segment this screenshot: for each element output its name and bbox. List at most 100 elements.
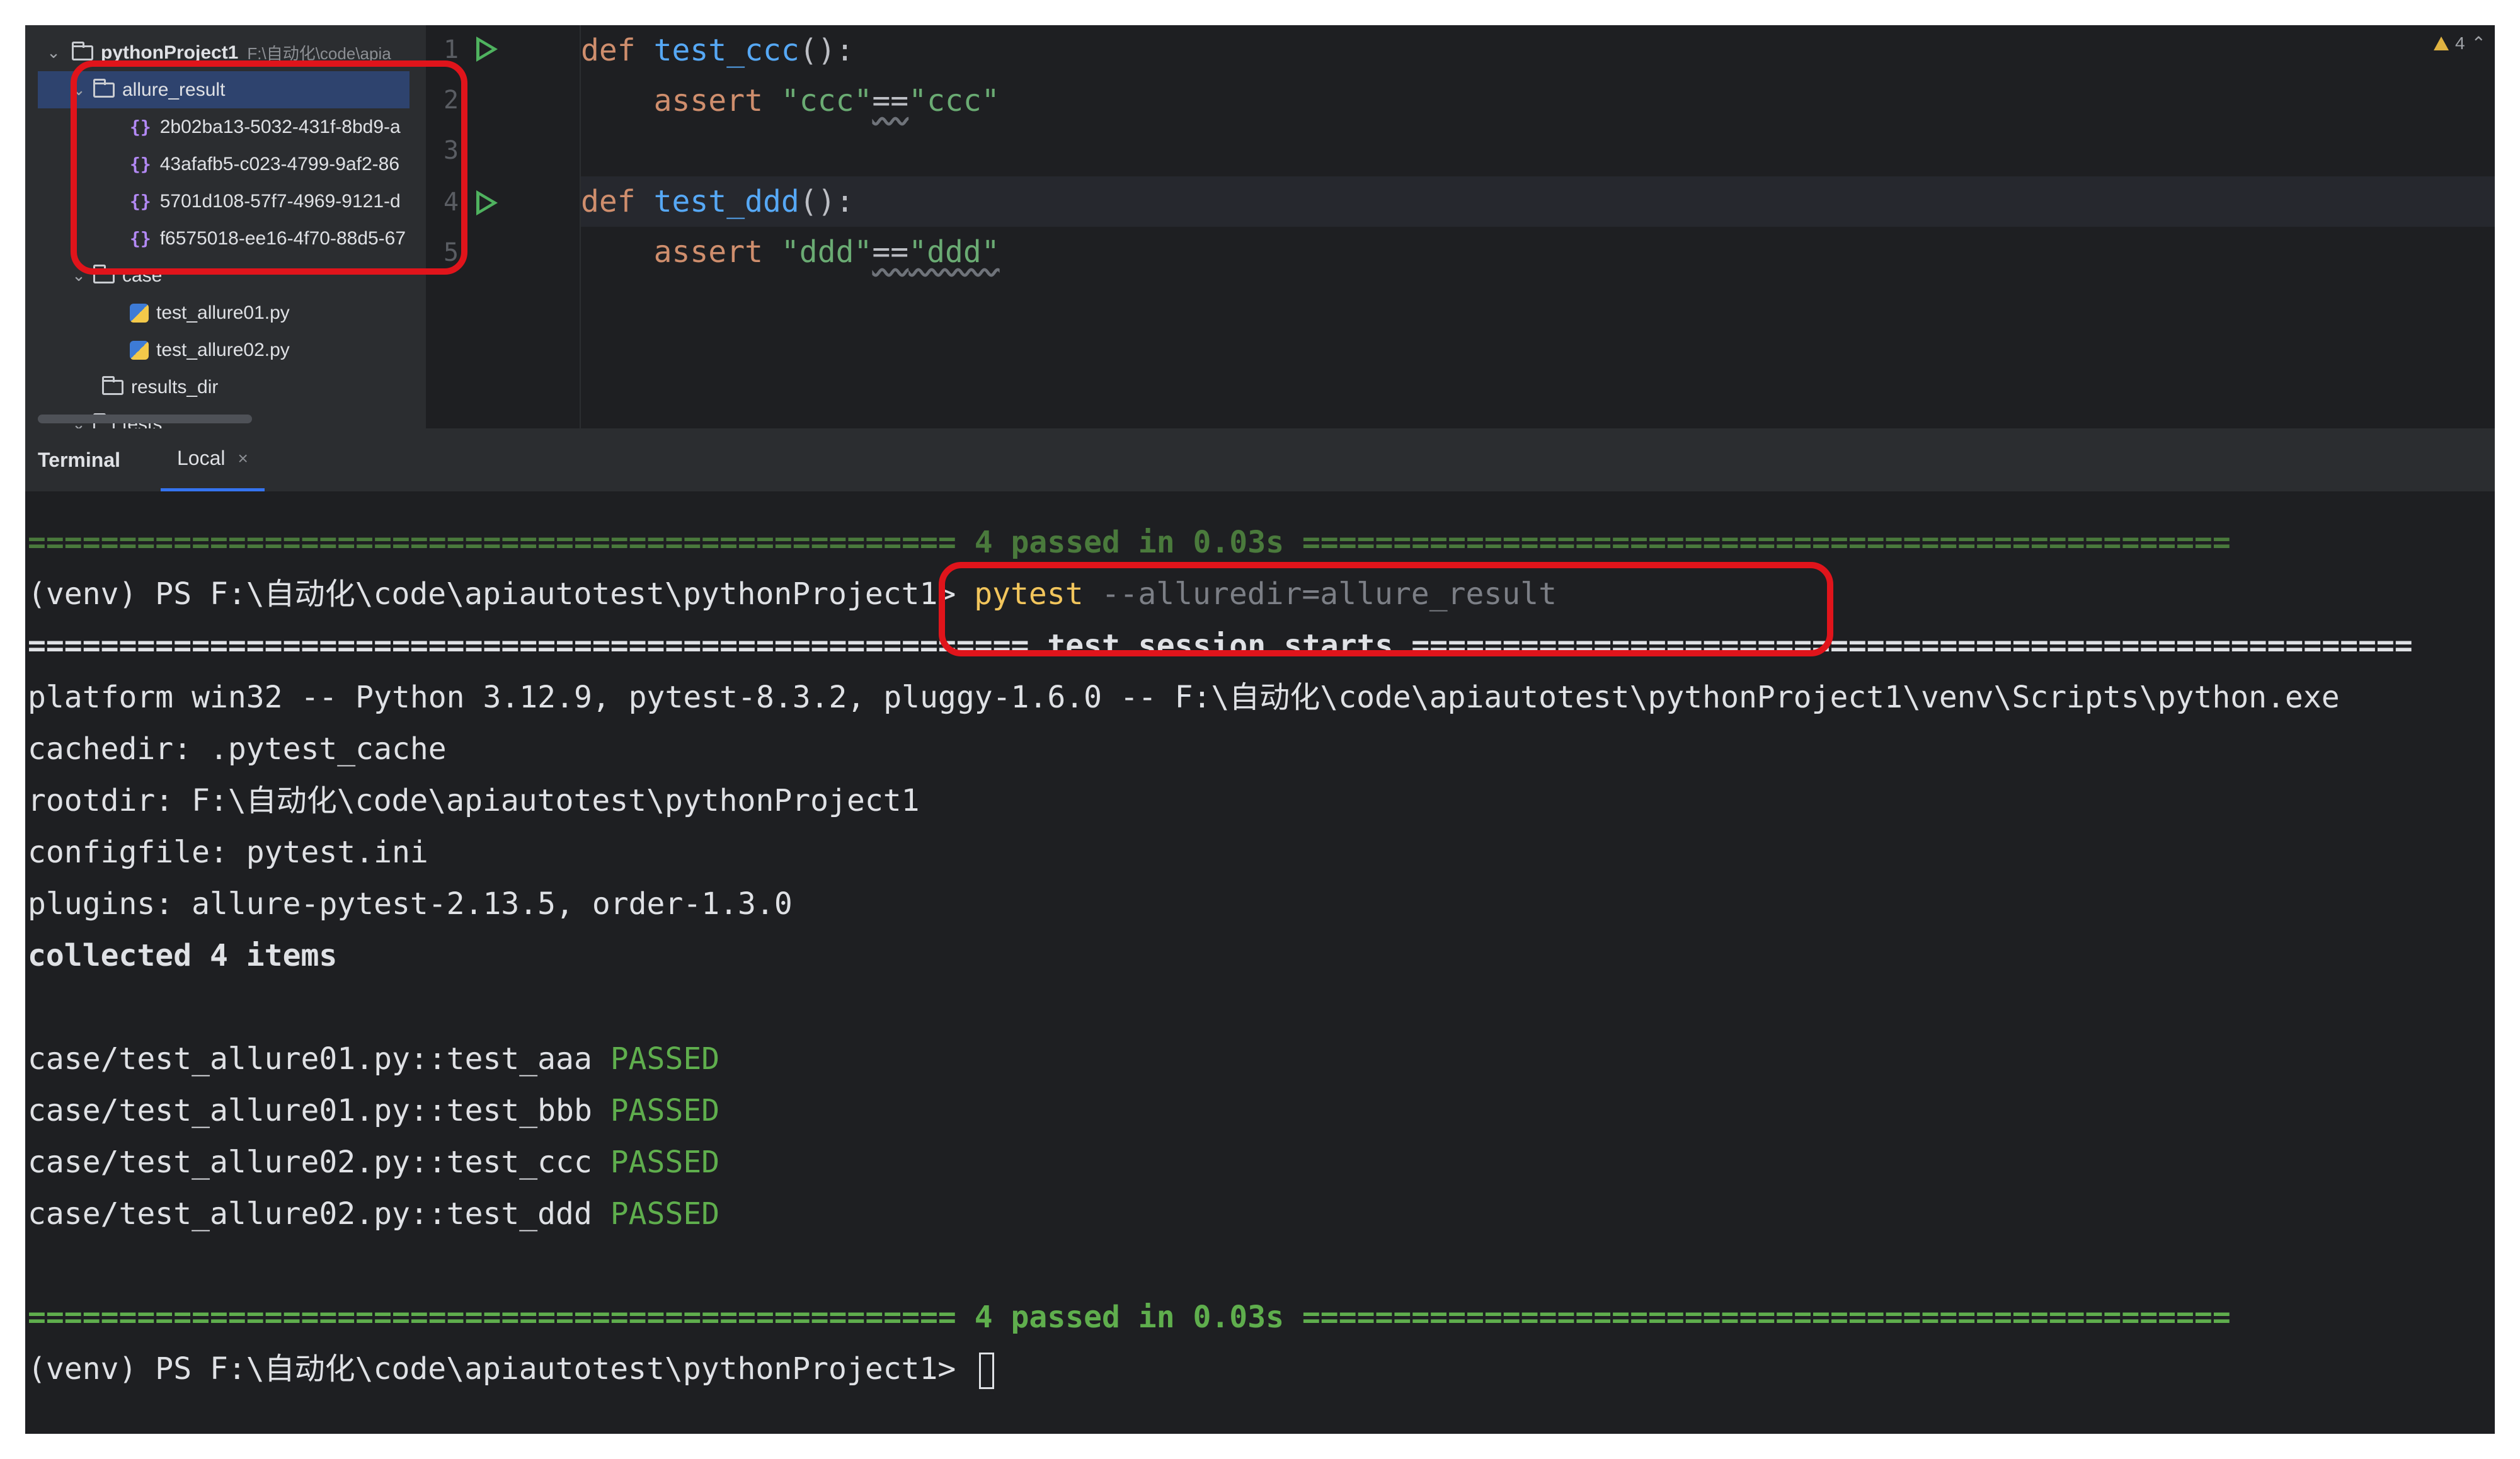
json-file-icon: {} xyxy=(130,191,151,212)
line-number: 5 xyxy=(444,238,459,267)
text-cursor[interactable] xyxy=(979,1353,995,1389)
test-id: case/test_allure02.py::test_ccc xyxy=(28,1145,610,1180)
status-passed: PASSED xyxy=(610,1093,720,1128)
rootdir-line: rootdir: F:\自动化\code\apiautotest\pythonP… xyxy=(28,783,920,818)
test-result-line: case/test_allure01.py::test_bbb PASSED xyxy=(28,1085,2495,1136)
folder-icon xyxy=(93,78,115,98)
tree-item-result-file[interactable]: {} 43afafb5-c023-4799-9af2-86 xyxy=(25,146,426,183)
code-line: def test_ccc (): xyxy=(581,25,2495,76)
code-line: def test_ddd (): xyxy=(581,176,2495,227)
plugins-line: plugins: allure-pytest-2.13.5, order-1.3… xyxy=(28,886,793,922)
folder-icon xyxy=(93,264,115,283)
test-result-line: case/test_allure02.py::test_ddd PASSED xyxy=(28,1188,2495,1240)
warning-icon xyxy=(2433,36,2449,50)
tree-item-label: 5701d108-57f7-4969-9121-d xyxy=(159,190,401,212)
tree-item-label: f6575018-ee16-4f70-88d5-67 xyxy=(159,227,406,249)
editor-gutter: 1 2 3 4 5 xyxy=(426,25,581,428)
tree-item-py-file[interactable]: test_allure02.py xyxy=(25,331,426,369)
keyword: def xyxy=(581,184,636,219)
keyword: def xyxy=(581,33,636,68)
run-test-icon[interactable] xyxy=(476,190,498,215)
tree-item-label: test_allure01.py xyxy=(156,302,290,323)
tree-item-py-file[interactable]: test_allure01.py xyxy=(25,294,426,331)
project-path-hint: F:\自动化\code\apia xyxy=(247,44,391,63)
operator: == xyxy=(872,234,909,270)
punctuation: (): xyxy=(799,184,854,219)
tree-item-label: allure_result xyxy=(122,79,226,100)
tree-item-label: case xyxy=(122,265,163,286)
terminal-output[interactable]: ========================================… xyxy=(25,491,2495,1434)
tree-item-label: results_dir xyxy=(131,376,219,398)
command: pytest xyxy=(974,576,1084,612)
terminal-tab-bar: Terminal Local × xyxy=(25,428,2495,491)
run-test-icon[interactable] xyxy=(476,37,498,62)
test-id: case/test_allure02.py::test_ddd xyxy=(28,1196,610,1232)
tree-item-label: 2b02ba13-5032-431f-8bd9-a xyxy=(159,116,401,137)
tree-item-label: 43afafb5-c023-4799-9af2-86 xyxy=(159,153,400,175)
chevron-down-icon[interactable]: ⌄ xyxy=(69,80,88,100)
keyword: assert xyxy=(653,83,763,118)
tree-item-result-file[interactable]: {} 2b02ba13-5032-431f-8bd9-a xyxy=(25,108,426,146)
string-literal: "ccc" xyxy=(781,83,873,118)
status-passed: PASSED xyxy=(610,1041,720,1077)
inspection-widget[interactable]: 4 ⌃ xyxy=(2433,33,2486,54)
tree-item-project-root[interactable]: ⌄ pythonProject1 F:\自动化\code\apia xyxy=(25,34,426,71)
warning-count: 4 xyxy=(2454,33,2465,53)
line-number: 3 xyxy=(444,136,459,165)
prompt-line: (venv) PS F:\自动化\code\apiautotest\python… xyxy=(28,1343,2495,1395)
function-name: test_ddd xyxy=(653,184,799,219)
tree-item-results-dir[interactable]: results_dir xyxy=(25,369,426,406)
tab-local[interactable]: Local × xyxy=(161,428,265,491)
project-tree: ⌄ pythonProject1 F:\自动化\code\apia ⌄ allu… xyxy=(25,25,426,428)
chevron-up-icon[interactable]: ⌃ xyxy=(2471,33,2486,54)
session-separator: ========================================… xyxy=(28,628,2413,663)
prompt: (venv) PS F:\自动化\code\apiautotest\python… xyxy=(28,1351,975,1387)
json-file-icon: {} xyxy=(130,228,151,249)
tree-item-label: pythonProject1 xyxy=(101,42,239,63)
ide-window: ⌄ pythonProject1 F:\自动化\code\apia ⌄ allu… xyxy=(25,25,2495,1434)
code-line: assert "ddd" == "ddd" xyxy=(581,227,2495,277)
cachedir-line: cachedir: .pytest_cache xyxy=(28,731,447,767)
operator: == xyxy=(872,83,909,118)
tree-item-result-file[interactable]: {} f6575018-ee16-4f70-88d5-67 xyxy=(25,220,426,257)
prompt: (venv) PS F:\自动化\code\apiautotest\python… xyxy=(28,576,975,612)
string-literal: "ddd" xyxy=(908,234,1000,270)
command-args: --alluredir=allure_result xyxy=(1083,576,1557,612)
json-file-icon: {} xyxy=(130,117,151,137)
tree-item-allure-result[interactable]: ⌄ allure_result xyxy=(38,71,410,108)
test-id: case/test_allure01.py::test_bbb xyxy=(28,1093,610,1128)
prompt-line: (venv) PS F:\自动化\code\apiautotest\python… xyxy=(28,568,2495,620)
keyword: assert xyxy=(653,234,763,270)
python-file-icon xyxy=(130,340,149,360)
punctuation: (): xyxy=(799,33,854,68)
separator-line: ========================================… xyxy=(28,525,2231,560)
chevron-down-icon[interactable]: ⌄ xyxy=(69,266,88,285)
python-file-icon xyxy=(130,303,149,323)
test-result-line: case/test_allure01.py::test_aaa PASSED xyxy=(28,1033,2495,1085)
collected-line: collected 4 items xyxy=(28,938,338,973)
tab-label: Local xyxy=(177,447,226,469)
folder-icon xyxy=(102,375,123,395)
test-result-line: case/test_allure02.py::test_ccc PASSED xyxy=(28,1136,2495,1188)
code-editor[interactable]: def test_ccc (): assert "ccc" == "ccc" def … xyxy=(581,25,2495,428)
line-number: 2 xyxy=(444,86,459,115)
configfile-line: configfile: pytest.ini xyxy=(28,835,428,870)
close-icon[interactable]: × xyxy=(238,449,248,469)
line-number: 4 xyxy=(444,188,459,217)
tree-item-case[interactable]: ⌄ case xyxy=(25,257,426,294)
test-id: case/test_allure01.py::test_aaa xyxy=(28,1041,610,1077)
folder-icon xyxy=(72,41,93,60)
string-literal: "ddd" xyxy=(781,234,873,270)
separator-line: ========================================… xyxy=(28,1300,2231,1335)
function-name: test_ccc xyxy=(653,33,799,68)
terminal-tool-title: Terminal xyxy=(38,448,120,471)
string-literal: "ccc" xyxy=(908,83,1000,118)
json-file-icon: {} xyxy=(130,154,151,175)
line-number: 1 xyxy=(444,35,459,64)
tree-item-result-file[interactable]: {} 5701d108-57f7-4969-9121-d xyxy=(25,183,426,220)
tree-item-label: test_allure02.py xyxy=(156,339,290,360)
horizontal-scrollbar[interactable] xyxy=(38,415,252,423)
status-passed: PASSED xyxy=(610,1145,720,1180)
code-line: assert "ccc" == "ccc" xyxy=(581,76,2495,126)
chevron-down-icon[interactable]: ⌄ xyxy=(44,43,63,62)
